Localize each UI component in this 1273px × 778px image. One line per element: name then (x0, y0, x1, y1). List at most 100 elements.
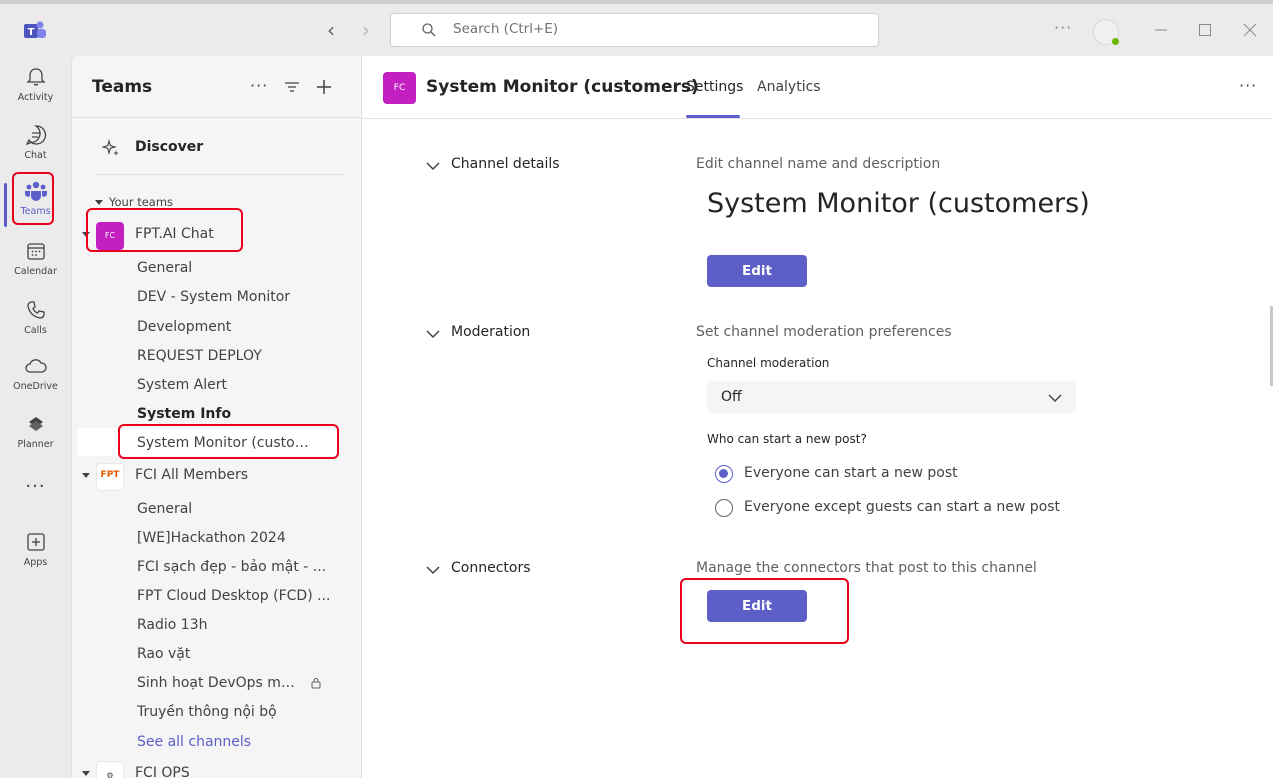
presence-status-icon (1110, 36, 1121, 47)
channel-item[interactable]: Development (137, 319, 337, 335)
chevron-down-icon (82, 771, 90, 776)
edit-channel-button[interactable]: Edit (707, 255, 807, 287)
chevron-down-icon (426, 330, 440, 339)
rail-item-apps[interactable]: Apps (0, 525, 71, 581)
rail-label: OneDrive (13, 381, 58, 392)
channel-item[interactable]: DEV - System Monitor (137, 289, 337, 305)
page-title: Teams (92, 77, 153, 97)
more-options-icon[interactable]: ··· (1239, 76, 1257, 95)
sparkle-icon (102, 139, 119, 156)
active-indicator (4, 183, 7, 227)
channel-item[interactable]: General (137, 501, 337, 517)
rail-label: Planner (17, 439, 54, 450)
back-arrow-icon[interactable]: ‹ (327, 20, 335, 40)
rail-item-onedrive[interactable]: OneDrive (0, 349, 71, 405)
section-description: Manage the connectors that post to this … (696, 560, 1037, 576)
section-title: Moderation (451, 324, 531, 340)
main-content: FC System Monitor (customers) Settings A… (362, 56, 1273, 778)
rail-item-calls[interactable]: Calls (0, 293, 71, 349)
see-all-channels-link[interactable]: See all channels (137, 734, 337, 750)
channel-avatar: FC (383, 72, 416, 104)
forward-arrow-icon[interactable]: › (362, 20, 370, 40)
search-box[interactable] (390, 13, 879, 47)
team-item-fci-ops[interactable]: ⚙ FCI OPS (82, 759, 352, 778)
teams-logo-icon: T (24, 21, 46, 38)
section-description: Edit channel name and description (696, 156, 941, 172)
channel-item[interactable]: Sinh hoạt DevOps mon... (137, 675, 302, 691)
rail-item-planner[interactable]: Planner (0, 407, 71, 463)
section-description: Set channel moderation preferences (696, 324, 952, 340)
chevron-down-icon (426, 162, 440, 171)
radio-button[interactable] (715, 499, 733, 517)
rail-label: Chat (24, 150, 47, 161)
calendar-icon (26, 243, 45, 260)
cloud-icon (24, 359, 47, 373)
discover-label: Discover (135, 139, 204, 155)
rail-label: Calendar (14, 266, 57, 277)
channel-item[interactable]: System Alert (137, 377, 337, 393)
chevron-down-icon (1048, 394, 1062, 402)
divider (96, 174, 345, 175)
more-apps-icon[interactable]: ··· (0, 476, 71, 497)
channel-item[interactable]: FCI sạch đẹp - bảo mật - ... (137, 559, 337, 575)
app-rail: Activity Chat Teams Calendar Calls OneDr… (0, 56, 71, 778)
channel-moderation-label: Channel moderation (707, 356, 830, 370)
close-icon[interactable] (1242, 22, 1258, 38)
channel-item[interactable]: Radio 13h (137, 617, 337, 633)
maximize-icon[interactable] (1197, 22, 1213, 38)
channel-item[interactable]: FPT Cloud Desktop (FCD) ... (137, 588, 337, 604)
rail-label: Activity (17, 92, 54, 103)
who-can-post-label: Who can start a new post? (707, 432, 867, 446)
tab-analytics[interactable]: Analytics (757, 79, 821, 95)
lock-icon (311, 678, 321, 689)
team-item-fci-all-members[interactable]: FPT FCI All Members (82, 461, 352, 491)
rail-label: Calls (24, 325, 47, 336)
team-name: FCI All Members (135, 467, 249, 483)
title-bar: T ‹ › ··· (0, 0, 1273, 56)
section-title: Channel details (451, 156, 560, 172)
highlight-box-connectors (680, 578, 849, 644)
channel-item[interactable]: System Info (137, 406, 337, 422)
planner-icon (28, 417, 43, 431)
team-name: FCI OPS (135, 765, 190, 778)
rail-item-calendar[interactable]: Calendar (0, 234, 71, 290)
channel-item[interactable]: General (137, 260, 337, 276)
minimize-icon[interactable] (1153, 22, 1169, 38)
tab-settings[interactable]: Settings (686, 79, 743, 95)
bell-icon (25, 68, 46, 86)
active-tab-indicator (686, 115, 740, 118)
more-options-icon[interactable]: ··· (250, 76, 268, 95)
channel-moderation-dropdown[interactable]: Off (707, 381, 1076, 413)
search-icon (422, 23, 436, 37)
plus-square-icon (26, 533, 45, 551)
chevron-down-icon (95, 200, 103, 205)
highlight-box-team (86, 208, 243, 252)
user-avatar[interactable] (1093, 19, 1121, 47)
channel-title: System Monitor (customers) (426, 77, 699, 97)
chat-icon (25, 125, 46, 146)
more-options-icon[interactable]: ··· (1054, 18, 1072, 37)
channel-item[interactable]: Truyền thông nội bộ (137, 704, 337, 720)
filter-icon[interactable] (283, 78, 301, 96)
team-avatar: FPT (96, 463, 124, 491)
teams-panel-header: Teams ··· (72, 56, 361, 118)
svg-text:T: T (28, 27, 35, 38)
rail-item-activity[interactable]: Activity (0, 60, 71, 116)
channel-name-display: System Monitor (customers) (707, 188, 1090, 219)
your-teams-section[interactable]: Your teams (95, 195, 173, 209)
channel-item[interactable]: Rao vặt (137, 646, 337, 662)
add-icon[interactable] (315, 78, 333, 96)
teams-list-panel: Teams ··· Discover Your teams FC FPT.AI … (71, 56, 362, 778)
channel-header: FC System Monitor (customers) Settings A… (362, 56, 1273, 119)
channel-item[interactable]: [WE]Hackathon 2024 (137, 530, 337, 546)
chevron-down-icon (82, 473, 90, 478)
radio-label: Everyone except guests can start a new p… (744, 499, 1061, 515)
highlight-box-channel (118, 424, 339, 459)
rail-item-chat[interactable]: Chat (0, 118, 71, 174)
chevron-down-icon (426, 566, 440, 575)
radio-button-checked[interactable] (715, 465, 733, 483)
channel-item[interactable]: REQUEST DEPLOY (137, 348, 337, 364)
rail-label: Apps (23, 557, 48, 568)
search-input[interactable] (453, 21, 853, 37)
dropdown-value: Off (721, 389, 742, 405)
